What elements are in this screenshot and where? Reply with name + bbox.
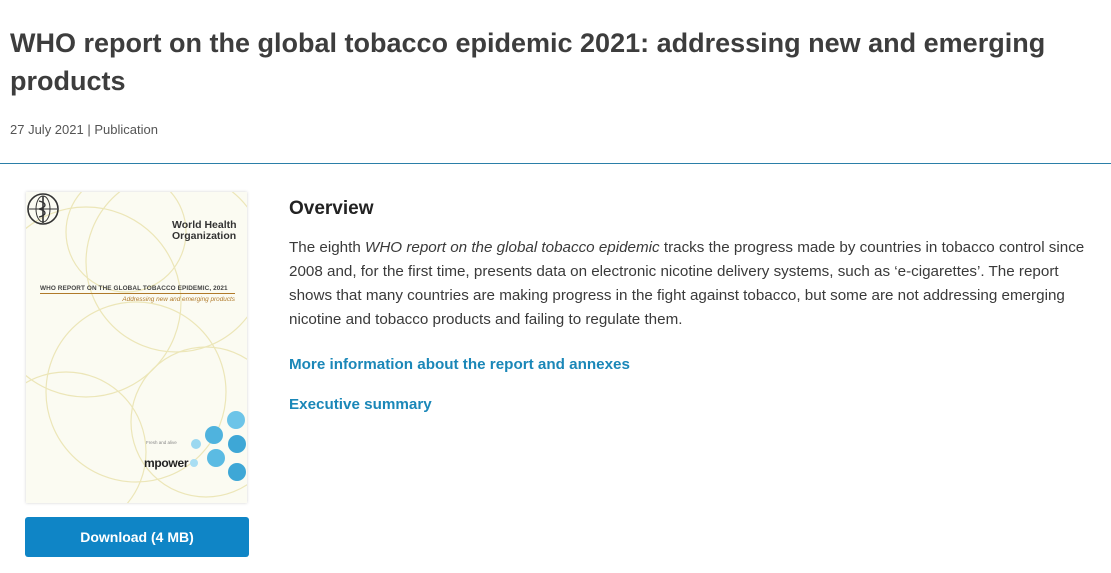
cover-subtitle: Addressing new and emerging products xyxy=(122,296,235,303)
overview-report-title: WHO report on the global tobacco epidemi… xyxy=(365,239,660,256)
cover-org-name: World Health Organization xyxy=(172,220,246,242)
page-title: WHO report on the global tobacco epidemi… xyxy=(10,28,1046,96)
cover-fresh-text: Fresh and alive xyxy=(146,440,177,445)
cover-title-rule xyxy=(40,293,235,294)
overview-section: Overview The eighth WHO report on the gl… xyxy=(289,196,1099,332)
publication-meta: 27 July 2021 | Publication xyxy=(10,122,158,137)
who-emblem-icon xyxy=(27,193,59,225)
executive-summary-link[interactable]: Executive summary xyxy=(289,395,432,415)
overview-text-lead: The eighth xyxy=(289,239,365,256)
more-information-link[interactable]: More information about the report and an… xyxy=(289,355,630,375)
report-cover-image[interactable]: World Health Organization WHO REPORT ON … xyxy=(26,192,247,503)
header-divider xyxy=(0,163,1111,164)
cover-org-line2: Organization xyxy=(172,230,237,242)
overview-heading: Overview xyxy=(289,198,374,219)
mpower-logo: mpower xyxy=(144,456,189,470)
download-button[interactable]: Download (4 MB) xyxy=(25,517,249,557)
overview-paragraph: The eighth WHO report on the global toba… xyxy=(289,236,1099,332)
cover-title: WHO REPORT ON THE GLOBAL TOBACCO EPIDEMI… xyxy=(40,285,228,292)
